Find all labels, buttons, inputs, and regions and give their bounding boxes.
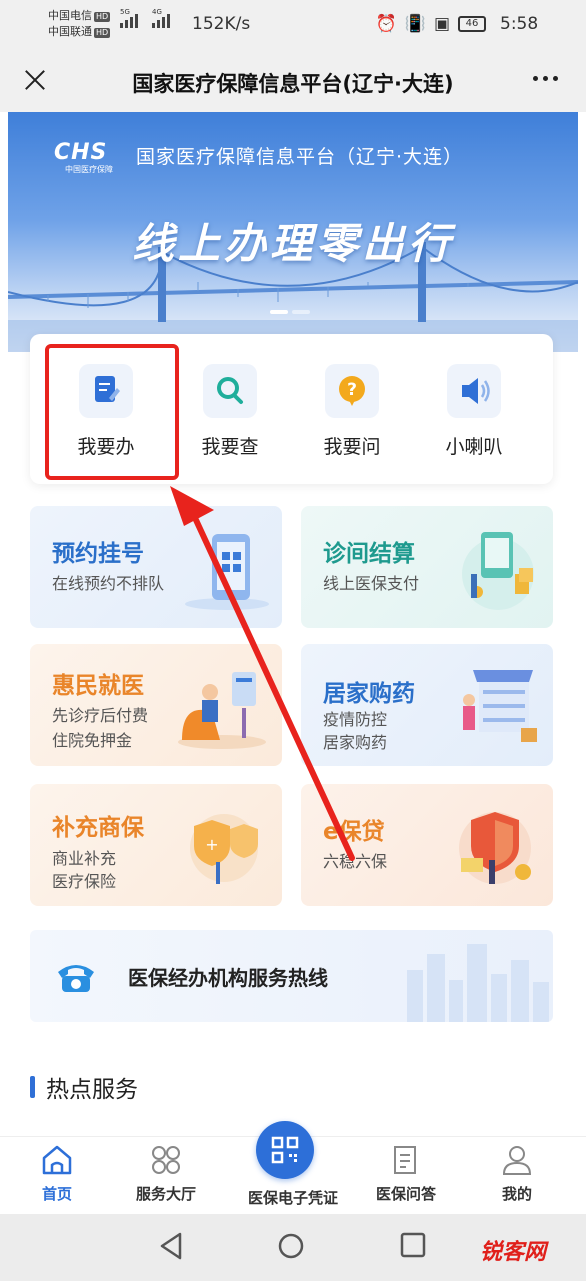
title-bar: 国家医疗保障信息平台(辽宁·大连) — [0, 52, 586, 112]
carousel-indicator — [270, 310, 310, 314]
card-title: 补充商保 — [52, 815, 144, 841]
speaker-icon — [447, 364, 501, 418]
banner-headline: 线上办理零出行 — [131, 219, 454, 268]
svg-text:+: + — [205, 835, 218, 854]
phone-icon — [58, 965, 94, 992]
card-title: e保贷 — [323, 819, 385, 845]
pharmacy-illustration — [463, 670, 537, 742]
carousel-dot — [292, 310, 310, 314]
sim-icon: ▣ — [433, 14, 450, 34]
card-desc: 住院免押金 — [52, 731, 133, 750]
loan-illustration — [459, 812, 531, 884]
screen: { "status_bar": { "carrier1": "中国电信", "c… — [0, 0, 586, 1281]
tab-qa[interactable]: 医保问答 — [361, 1143, 451, 1204]
card-desc: 疫情防控 — [323, 710, 388, 729]
battery-icon: 46 — [458, 16, 486, 32]
chs-logo: CHS — [54, 140, 108, 165]
clock: 5:58 — [500, 14, 539, 34]
carrier-2: 中国联通 — [48, 25, 92, 38]
service-card-benefit[interactable]: 惠民就医 先诊疗后付费 住院免押金 — [30, 644, 282, 766]
vibrate-icon: 📳 — [404, 14, 426, 34]
service-card-appointment[interactable]: 预约挂号 在线预约不排队 — [30, 506, 282, 628]
quick-item-query[interactable]: 我要查 — [180, 364, 280, 459]
tab-service-hall[interactable]: 服务大厅 — [121, 1143, 211, 1204]
card-desc: 居家购药 — [323, 733, 388, 752]
status-icons: ⏰ 📳 ▣ 46 — [376, 14, 486, 34]
card-title: 惠民就医 — [52, 673, 144, 699]
search-icon — [203, 364, 257, 418]
alarm-icon: ⏰ — [375, 14, 397, 34]
service-card-loan[interactable]: e保贷 六稳六保 — [301, 784, 553, 906]
card-desc: 六稳六保 — [323, 852, 388, 871]
quick-item-label: 我要问 — [323, 436, 381, 458]
status-bar: 中国电信 HD 中国联通 HD 5G 4G 152K/s ⏰ 📳 ▣ 46 5:58 — [0, 0, 586, 52]
service-card-medicine[interactable]: 居家购药 疫情防控 居家购药 — [301, 644, 553, 766]
quick-item-label: 小喇叭 — [445, 436, 503, 458]
qr-code-icon[interactable] — [256, 1121, 314, 1179]
grid-icon — [149, 1143, 183, 1177]
user-icon — [500, 1143, 534, 1177]
doctor-illustration — [178, 672, 266, 749]
watermark: 锐客网 — [479, 1240, 546, 1265]
carrier-1: 中国电信 — [48, 9, 92, 22]
card-desc: 商业补充 — [52, 849, 117, 868]
insurance-illustration: + — [190, 814, 258, 884]
highlight-box — [45, 344, 179, 480]
page-title: 国家医疗保障信息平台(辽宁·大连) — [132, 72, 454, 96]
section-marker — [30, 1076, 35, 1098]
back-icon[interactable] — [158, 1232, 184, 1260]
banner-subtitle: 国家医疗保障信息平台（辽宁·大连） — [136, 146, 464, 168]
card-desc: 医疗保险 — [52, 872, 117, 891]
home-nav-icon[interactable] — [277, 1232, 305, 1260]
card-desc: 在线预约不排队 — [52, 574, 165, 593]
tab-label: 医保问答 — [375, 1185, 436, 1203]
carrier-info: 中国电信 HD 中国联通 HD — [48, 8, 111, 40]
network-speed: 152K/s — [192, 14, 251, 34]
city-skyline-illustration — [407, 944, 549, 1022]
service-card-settlement[interactable]: 诊间结算 线上医保支付 — [301, 506, 553, 628]
hotline-label: 医保经办机构服务热线 — [128, 966, 328, 990]
recents-icon[interactable] — [400, 1232, 426, 1258]
carousel-dot-active — [270, 310, 288, 314]
card-title: 预约挂号 — [52, 541, 144, 567]
hd-badge: HD — [94, 28, 111, 38]
service-hotline-banner[interactable]: 医保经办机构服务热线 — [30, 930, 553, 1022]
card-title: 诊间结算 — [323, 541, 415, 567]
tab-home[interactable]: 首页 — [12, 1143, 102, 1204]
card-desc: 先诊疗后付费 — [52, 706, 149, 725]
tab-label: 医保电子凭证 — [247, 1189, 338, 1207]
payment-illustration — [462, 532, 534, 610]
tab-mine[interactable]: 我的 — [472, 1143, 562, 1204]
quick-item-label: 我要查 — [201, 436, 259, 458]
svg-text:?: ? — [347, 380, 357, 400]
quick-item-ask[interactable]: ? 我要问 — [302, 364, 402, 459]
tab-label: 我的 — [501, 1185, 532, 1203]
chs-logo-sub: 中国医疗保障 — [65, 165, 113, 174]
card-desc: 线上医保支付 — [323, 574, 420, 593]
tab-label: 首页 — [41, 1185, 72, 1203]
signal-icon: 4G — [152, 8, 170, 28]
home-icon — [40, 1143, 74, 1177]
card-title: 居家购药 — [323, 681, 415, 707]
banner-carousel[interactable]: CHS 中国医疗保障 国家医疗保障信息平台（辽宁·大连） 线上办理零出行 — [8, 112, 578, 352]
signal-icon: 5G — [120, 8, 138, 28]
section-title: 热点服务 — [46, 1077, 138, 1103]
quick-item-speaker[interactable]: 小喇叭 — [424, 364, 524, 459]
qa-icon — [389, 1143, 423, 1177]
bottom-tab-bar: 首页 服务大厅 医保电子凭证 医保问答 我的 — [0, 1121, 586, 1214]
question-icon: ? — [325, 364, 379, 418]
service-card-insurance[interactable]: 补充商保 商业补充 医疗保险 + — [30, 784, 282, 906]
more-icon[interactable] — [533, 76, 558, 81]
tab-label: 服务大厅 — [135, 1185, 196, 1203]
hd-badge: HD — [94, 12, 111, 22]
phone-qr-illustration — [185, 534, 269, 610]
quick-menu: 我要办 我要查 ? 我要问 小喇叭 — [30, 334, 553, 484]
